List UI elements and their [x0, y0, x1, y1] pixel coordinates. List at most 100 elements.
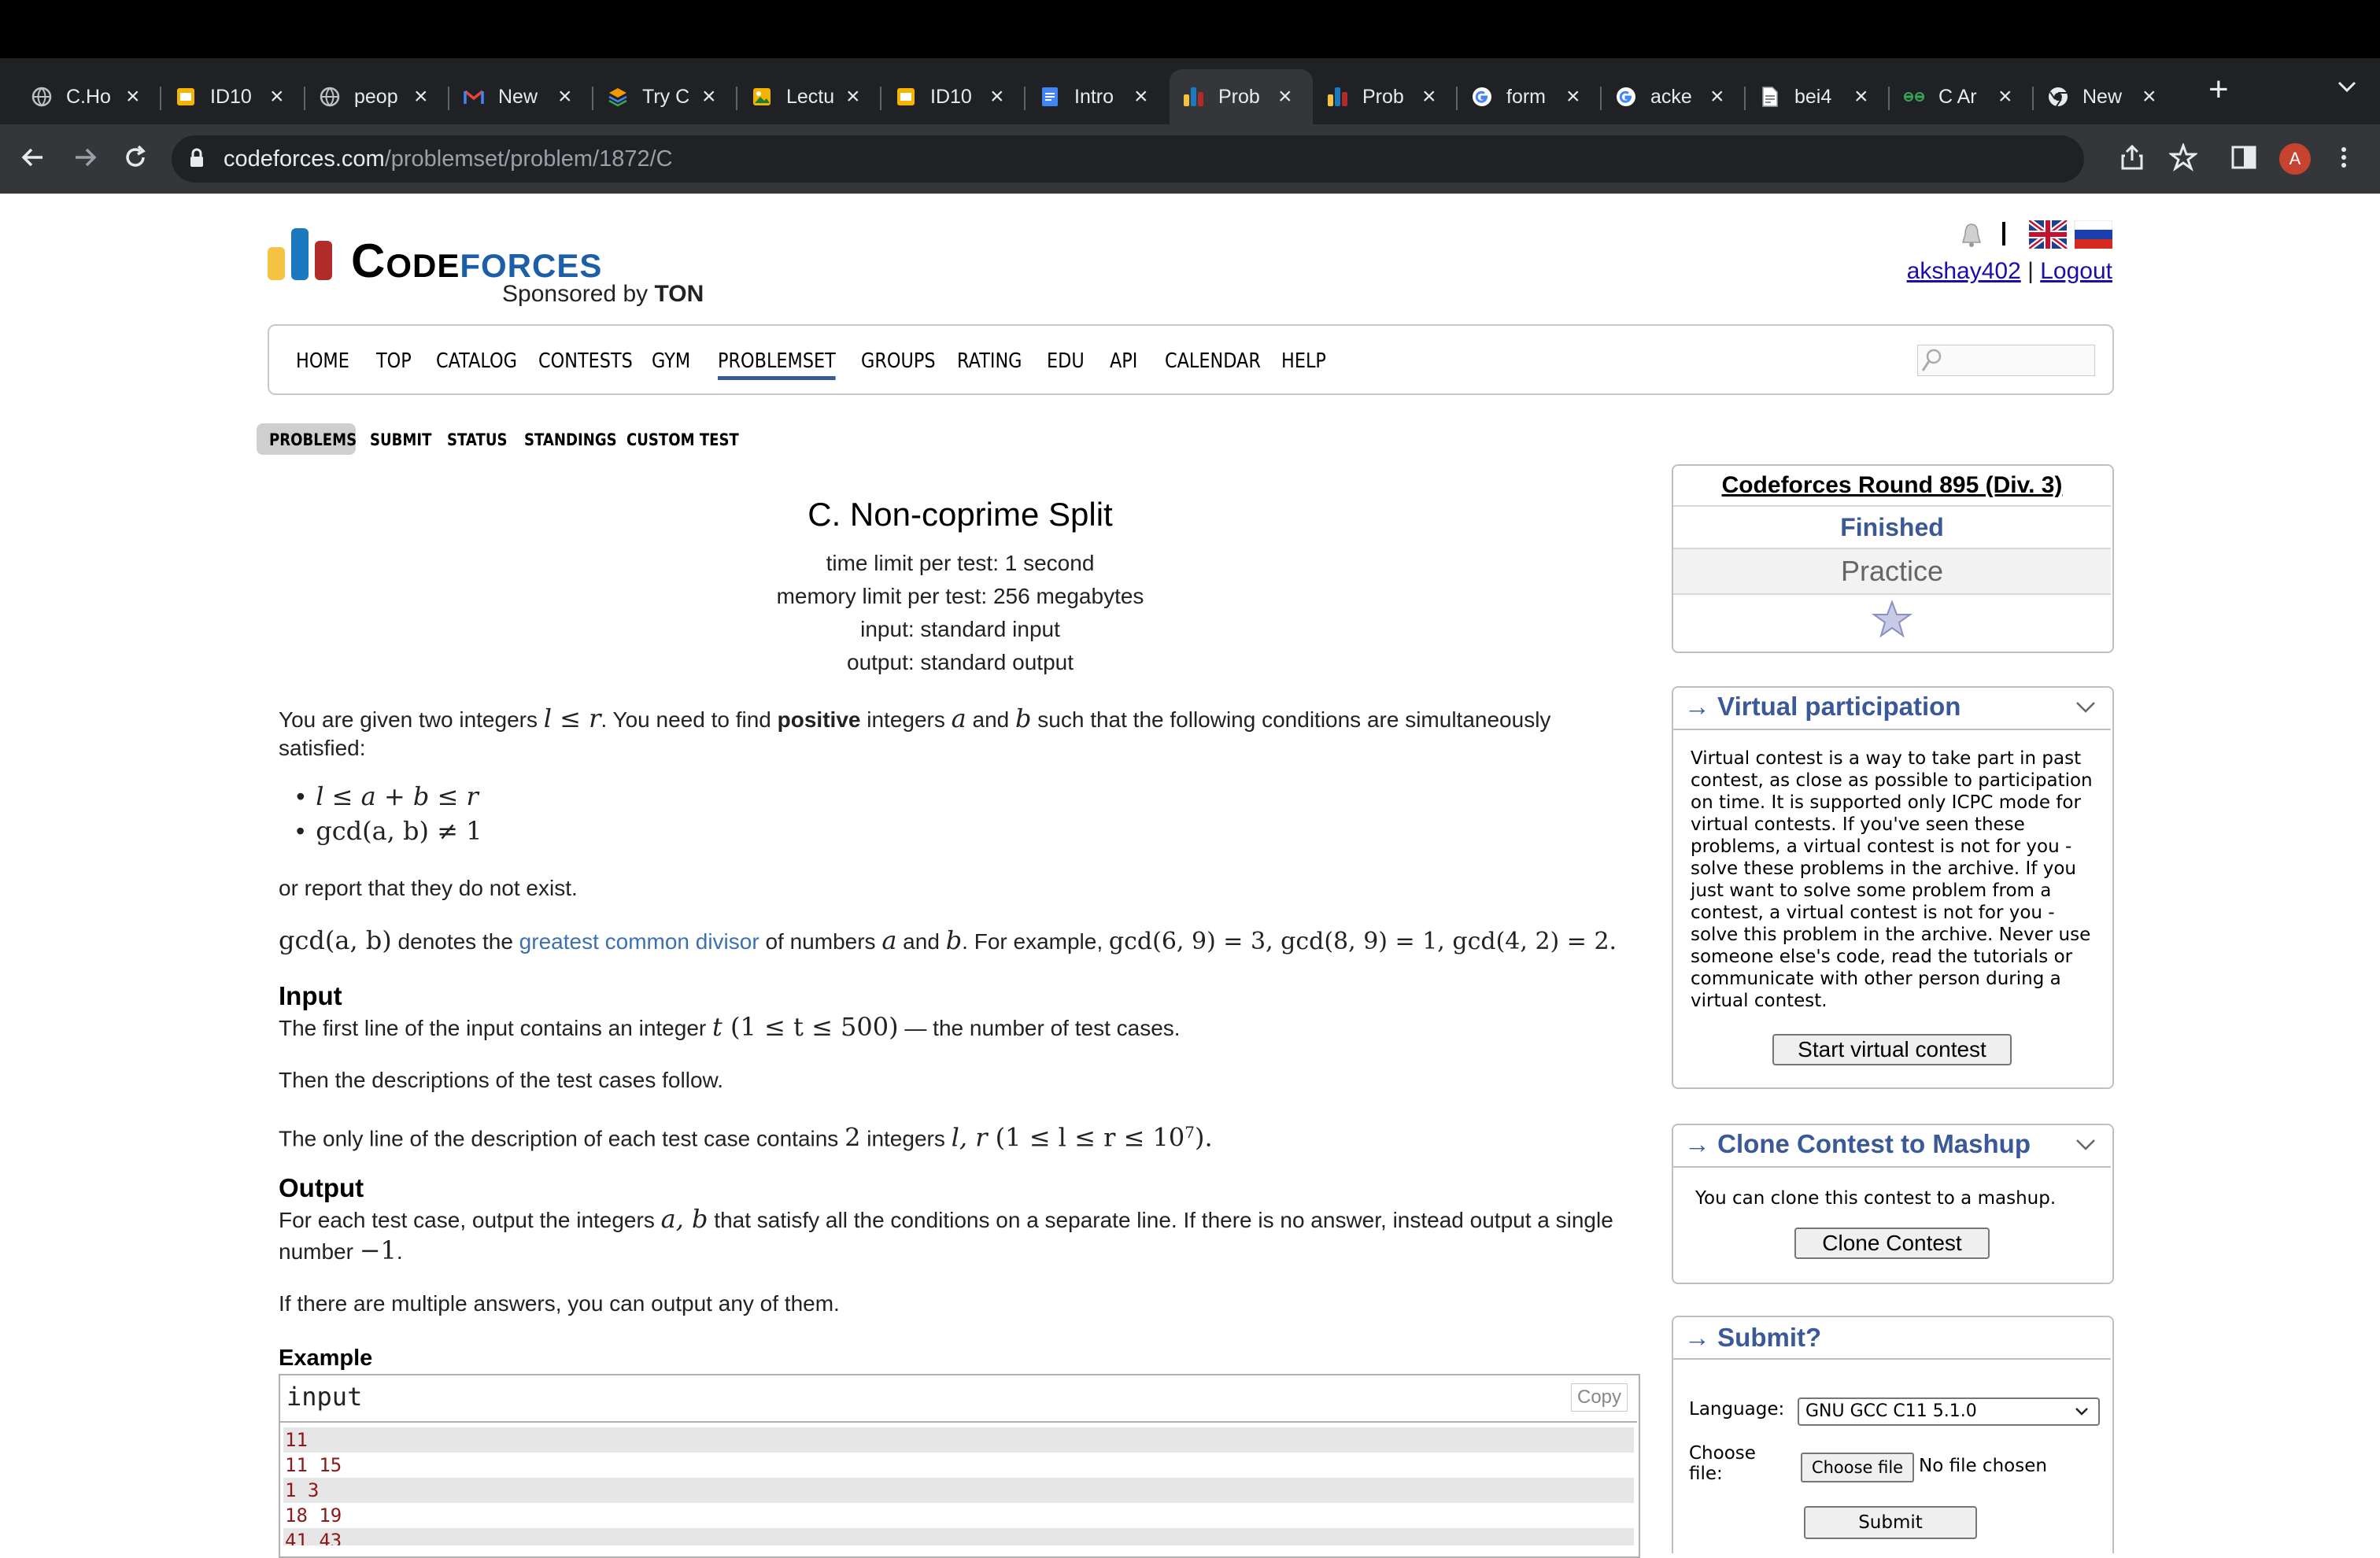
clone-contest-button[interactable]: Clone Contest — [1794, 1228, 1990, 1259]
menu-catalog[interactable]: CATALOG — [436, 349, 517, 373]
uk-flag-icon[interactable] — [2027, 218, 2069, 251]
share-button[interactable] — [2120, 143, 2144, 175]
close-tab-icon[interactable]: × — [558, 85, 572, 109]
document-icon — [1760, 87, 1780, 107]
subnav-status[interactable]: STATUS — [447, 430, 507, 450]
menu-home[interactable]: HOME — [296, 349, 349, 373]
back-button[interactable] — [17, 142, 49, 179]
browser-tab[interactable]: Prob × — [1314, 69, 1457, 124]
close-tab-icon[interactable]: × — [1566, 85, 1580, 109]
subnav-problems[interactable]: PROBLEMS — [269, 430, 357, 450]
close-tab-icon[interactable]: × — [702, 85, 716, 109]
browser-tab[interactable]: C.Ho × — [17, 69, 161, 124]
browser-tab[interactable]: Lectu × — [737, 69, 881, 124]
tab-title: form — [1506, 85, 1546, 108]
url-text[interactable]: codeforces.com/problemset/problem/1872/C — [224, 145, 673, 173]
menu-rating[interactable]: RATING — [957, 349, 1022, 373]
text: The only line of the description of each… — [279, 1126, 845, 1151]
menu-problemset[interactable]: PROBLEMSET — [718, 349, 836, 380]
menu-groups[interactable]: GROUPS — [861, 349, 936, 373]
tab-separator — [448, 87, 449, 110]
russia-flag-icon[interactable] — [2074, 220, 2113, 249]
profile-avatar[interactable]: A — [2279, 143, 2311, 175]
menu-top[interactable]: TOP — [376, 349, 412, 373]
collapse-chevron-icon[interactable] — [2075, 1136, 2097, 1156]
close-tab-icon[interactable]: × — [1998, 85, 2012, 109]
close-tab-icon[interactable]: × — [1134, 85, 1148, 109]
math: gcd(a, b) ≠ 1 — [316, 816, 482, 846]
bookmark-button[interactable] — [2168, 142, 2199, 175]
favourite-star-button[interactable] — [1673, 600, 2111, 643]
menu-gym[interactable]: GYM — [652, 349, 690, 373]
codeforces-logo-icon[interactable] — [268, 228, 334, 284]
reload-button[interactable] — [120, 142, 151, 179]
browser-tab[interactable]: New × — [449, 69, 593, 124]
back-arrow-icon — [21, 148, 42, 167]
start-virtual-contest-button[interactable]: Start virtual contest — [1772, 1034, 2012, 1065]
math: a — [881, 925, 897, 955]
browser-tab[interactable]: ID10 × — [881, 69, 1025, 124]
subnav-custom-test[interactable]: CUSTOM TEST — [626, 430, 739, 450]
output-heading: Output — [279, 1173, 364, 1202]
menu-help[interactable]: HELP — [1281, 349, 1326, 373]
browser-tab[interactable]: Try C × — [593, 69, 737, 124]
close-tab-icon[interactable]: × — [270, 85, 284, 109]
text: and — [896, 929, 946, 954]
subnav-submit[interactable]: SUBMIT — [370, 430, 431, 450]
slides-icon — [176, 87, 196, 107]
browser-tab[interactable]: ID10 × — [161, 69, 305, 124]
browser-tab[interactable]: New × — [2034, 69, 2177, 124]
round-name-link[interactable]: Codeforces Round 895 (Div. 3) — [1673, 471, 2111, 500]
logout-link[interactable]: Logout — [2040, 258, 2112, 284]
close-tab-icon[interactable]: × — [126, 85, 140, 109]
close-tab-icon[interactable]: × — [1278, 85, 1292, 109]
star-icon — [2168, 142, 2199, 172]
close-tab-icon[interactable]: × — [1710, 85, 1724, 109]
new-tab-button[interactable]: + — [2208, 72, 2229, 107]
choose-file-button[interactable]: Choose file — [1801, 1453, 1914, 1482]
tab-title: ID10 — [210, 85, 252, 108]
user-link-separator: | — [2027, 258, 2034, 284]
forward-button[interactable] — [69, 142, 101, 179]
close-tab-icon[interactable]: × — [414, 85, 428, 109]
gcd-wiki-link[interactable]: greatest common divisor — [519, 929, 759, 954]
browser-tab[interactable]: form × — [1458, 69, 1601, 124]
statement-not-exist: or report that they do not exist. — [279, 876, 578, 900]
language-value: GNU GCC C11 5.1.0 — [1805, 1401, 1977, 1421]
browser-tab[interactable]: acke × — [1602, 69, 1745, 124]
codeforces-icon — [1328, 87, 1348, 107]
site-logo-text[interactable]: Codeforces — [351, 236, 602, 286]
notification-bell-icon[interactable] — [1960, 222, 1983, 253]
os-menubar — [0, 0, 2380, 58]
lock-icon[interactable] — [189, 148, 205, 172]
close-tab-icon[interactable]: × — [1422, 85, 1436, 109]
text: You are given two integers — [279, 707, 544, 732]
browser-tab[interactable]: bei4 × — [1746, 69, 1889, 124]
browser-tab[interactable]: peop × — [305, 69, 449, 124]
submit-button[interactable]: Submit — [1804, 1506, 1977, 1539]
browser-tab[interactable]: Intro × — [1026, 69, 1169, 124]
tab-search-button[interactable] — [2336, 79, 2358, 98]
tab-title: C.Ho — [66, 85, 111, 108]
close-tab-icon[interactable]: × — [1854, 85, 1868, 109]
copy-button[interactable]: Copy — [1571, 1383, 1628, 1412]
menu-api[interactable]: API — [1110, 349, 1137, 373]
menu-contests[interactable]: CONTESTS — [538, 349, 633, 373]
search-input[interactable] — [1917, 345, 2095, 376]
example-line: 11 — [283, 1427, 1634, 1453]
collapse-chevron-icon[interactable] — [2075, 699, 2097, 718]
side-panel-button[interactable] — [2230, 143, 2257, 175]
username-link[interactable]: akshay402 — [1907, 258, 2021, 284]
close-tab-icon[interactable]: × — [2142, 85, 2156, 109]
text: — the number of test cases. — [898, 1016, 1181, 1040]
close-tab-icon[interactable]: × — [990, 85, 1004, 109]
language-select[interactable]: GNU GCC C11 5.1.0 — [1798, 1397, 2100, 1426]
browser-tab[interactable]: C Ar × — [1890, 69, 2033, 124]
subnav-standings[interactable]: STANDINGS — [524, 430, 617, 450]
close-tab-icon[interactable]: × — [846, 85, 860, 109]
menu-edu[interactable]: EDU — [1047, 349, 1085, 373]
browser-menu-button[interactable] — [2339, 143, 2349, 175]
example-line: 11 15 — [285, 1454, 342, 1476]
browser-tab[interactable]: Prob × — [1170, 69, 1313, 124]
menu-calendar[interactable]: CALENDAR — [1165, 349, 1261, 373]
